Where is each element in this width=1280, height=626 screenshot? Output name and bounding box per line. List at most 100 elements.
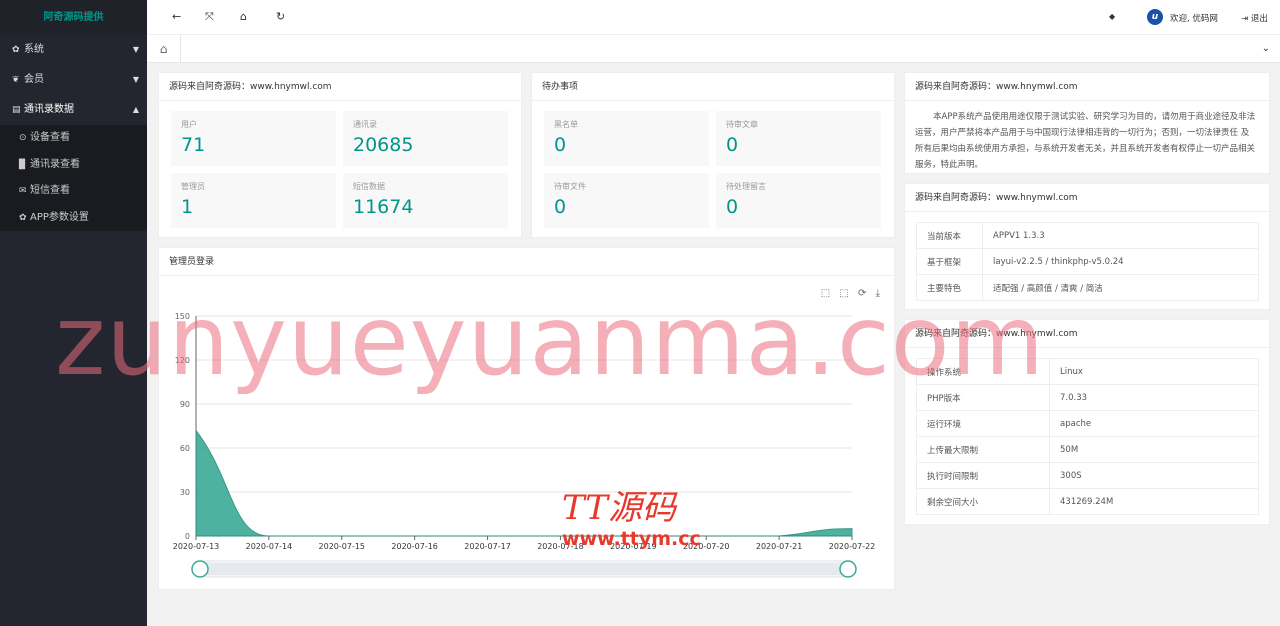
refresh-icon[interactable]: ↻ (276, 10, 285, 23)
table-row: 当前版本 APPV1 1.3.3 (916, 222, 1259, 249)
stat-contacts[interactable]: 通讯录 20685 (343, 111, 508, 166)
table-value: 431269.24M (1049, 488, 1259, 515)
table-value: 适配强 / 高颜值 / 清爽 / 简洁 (982, 274, 1259, 301)
zoom-handle-right[interactable] (839, 560, 857, 578)
sidebar: 阿奇源码提供 ✿ 系统 ▼ ❦ 会员 ▼ ▤ 通讯录数据 ▲ ⊙ 设备查看 ▉ 通讯录查看… (0, 0, 147, 626)
todo-card: 待办事项 黑名单 0 待审文章 0 待审文件 0 待处理留言 0 (531, 72, 895, 238)
table-key: 主要特色 (916, 274, 983, 301)
logout-button[interactable]: ⇥ 退出 (1241, 12, 1268, 24)
y-tick-label: 30 (180, 488, 190, 497)
x-tick-label: 2020-07-13 (173, 542, 220, 551)
stat-label: 用户 (181, 120, 197, 129)
stat-pending-messages[interactable]: 待处理留言 0 (716, 173, 881, 228)
sidebar-item-system[interactable]: ✿ 系统 ▼ (0, 35, 147, 65)
sidebar-item-label: 短信查看 (30, 185, 70, 196)
table-key: 执行时间限制 (916, 462, 1050, 489)
x-tick-label: 2020-07-19 (610, 542, 657, 551)
sidebar-item-contacts-data[interactable]: ▤ 通讯录数据 ▲ (0, 95, 147, 125)
chevron-down-icon[interactable]: ⌄ (1262, 35, 1270, 63)
version-card: 源码来自阿奇源码：www.hnymwl.com 当前版本 APPV1 1.3.3 … (904, 183, 1270, 310)
series-area (195, 428, 853, 537)
sidebar-item-app-settings[interactable]: ✿ APP参数设置 (0, 205, 147, 232)
home-icon[interactable]: ⌂ (240, 10, 247, 23)
sidebar-item-contacts[interactable]: ▉ 通讯录查看 (0, 152, 147, 179)
stat-blacklist[interactable]: 黑名单 0 (544, 111, 709, 166)
table-row: 主要特色 适配强 / 高颜值 / 清爽 / 简洁 (916, 274, 1259, 301)
table-row: PHP版本 7.0.33 (916, 384, 1259, 411)
y-tick-label: 120 (175, 356, 190, 365)
table-value: 7.0.33 (1049, 384, 1259, 411)
stat-value: 20685 (353, 134, 414, 156)
tab-bar: ⌂ ⌄ (147, 35, 1280, 63)
stat-pending-files[interactable]: 待审文件 0 (544, 173, 709, 228)
stat-pending-articles[interactable]: 待审文章 0 (716, 111, 881, 166)
table-row: 操作系统 Linux (916, 358, 1259, 385)
card-title: 源码来自阿奇源码：www.hnymwl.com (905, 184, 1269, 212)
gear-icon: ✿ (12, 45, 20, 55)
y-tick-label: 0 (185, 532, 190, 541)
card-title: 源码来自阿奇源码：www.hnymwl.com (905, 73, 1269, 101)
notice-card: 源码来自阿奇源码：www.hnymwl.com 本APP系统产品使用用途仅限于测… (904, 72, 1270, 174)
zoom-handle-left[interactable] (191, 560, 209, 578)
sidebar-item-devices[interactable]: ⊙ 设备查看 (0, 125, 147, 152)
logout-label: 退出 (1250, 14, 1268, 24)
table-value: apache (1049, 410, 1259, 437)
stat-label: 待处理留言 (726, 182, 766, 191)
card-title: 源码来自阿奇源码：www.hnymwl.com (905, 320, 1269, 348)
sidebar-logo[interactable]: 阿奇源码提供 (0, 0, 147, 35)
card-title: 源码来自阿奇源码：www.hnymwl.com (159, 73, 521, 101)
tag-icon[interactable]: ◆ (1109, 12, 1115, 21)
sidebar-item-label: APP参数设置 (30, 211, 89, 223)
y-tick-label: 150 (175, 312, 190, 321)
table-value: 300S (1049, 462, 1259, 489)
stats-card: 源码来自阿奇源码：www.hnymwl.com 用户 71 通讯录 20685 管理… (158, 72, 522, 238)
welcome-text[interactable]: 欢迎, 优码网 (1170, 12, 1218, 24)
sidebar-item-sms[interactable]: ✉ 短信查看 (0, 178, 147, 205)
stat-value: 0 (554, 196, 567, 218)
card-icon: ▤ (12, 105, 21, 115)
sidebar-item-label: 系统 (24, 44, 44, 55)
stat-admins[interactable]: 管理员 1 (171, 173, 336, 228)
x-tick-label: 2020-07-17 (464, 542, 511, 551)
stat-users[interactable]: 用户 71 (171, 111, 336, 166)
tab-home-icon[interactable]: ⌂ (147, 35, 181, 63)
table-key: 运行环境 (916, 410, 1050, 437)
table-key: 操作系统 (916, 358, 1050, 385)
x-tick-label: 2020-07-15 (319, 542, 366, 551)
stat-label: 黑名单 (554, 120, 578, 129)
table-value: Linux (1049, 358, 1259, 385)
table-value: 50M (1049, 436, 1259, 463)
sidebar-item-label: 会员 (24, 74, 44, 85)
table-value: layui-v2.2.5 / thinkphp-v5.0.24 (982, 248, 1259, 275)
x-tick-label: 2020-07-20 (683, 542, 730, 551)
avatar[interactable]: u (1147, 9, 1163, 25)
sidebar-item-label: 通讯录数据 (24, 104, 74, 115)
stat-sms[interactable]: 短信数据 11674 (343, 173, 508, 228)
stat-value: 0 (726, 196, 739, 218)
lock-icon: ⊙ (19, 133, 27, 143)
admin-login-chart-card: 管理员登录 ⬚ ⬚ ⟳ ⤓ 0 30 60 90 120 150 2020-07-13 202… (158, 247, 895, 590)
logout-icon: ⇥ (1241, 14, 1251, 24)
table-key: 上传最大限制 (916, 436, 1050, 463)
table-row: 运行环境 apache (916, 410, 1259, 437)
app-root: 阿奇源码提供 ✿ 系统 ▼ ❦ 会员 ▼ ▤ 通讯录数据 ▲ ⊙ 设备查看 ▉ 通讯录查看… (0, 0, 1280, 626)
table-row: 剩余空间大小 431269.24M (916, 488, 1259, 515)
sidebar-item-label: 设备查看 (30, 132, 70, 143)
stat-label: 管理员 (181, 182, 205, 191)
chevron-down-icon: ▼ (132, 75, 139, 84)
chevron-up-icon: ▲ (132, 105, 139, 114)
top-header: ← ⤧ ⌂ ↻ ◆ u 欢迎, 优码网 ⇥ 退出 (147, 0, 1280, 35)
sidebar-item-members[interactable]: ❦ 会员 ▼ (0, 65, 147, 95)
users-icon: ❦ (12, 75, 20, 85)
stat-value: 71 (181, 134, 206, 156)
table-row: 执行时间限制 300S (916, 462, 1259, 489)
back-icon[interactable]: ← (172, 10, 181, 23)
y-tick-label: 60 (180, 444, 190, 453)
stat-label: 待审文章 (726, 120, 758, 129)
stat-value: 0 (726, 134, 739, 156)
x-tick-label: 2020-07-14 (246, 542, 293, 551)
table-row: 基于框架 layui-v2.2.5 / thinkphp-v5.0.24 (916, 248, 1259, 275)
fullscreen-icon[interactable]: ⤧ (205, 10, 214, 24)
stat-label: 通讯录 (353, 120, 377, 129)
stat-value: 0 (554, 134, 567, 156)
